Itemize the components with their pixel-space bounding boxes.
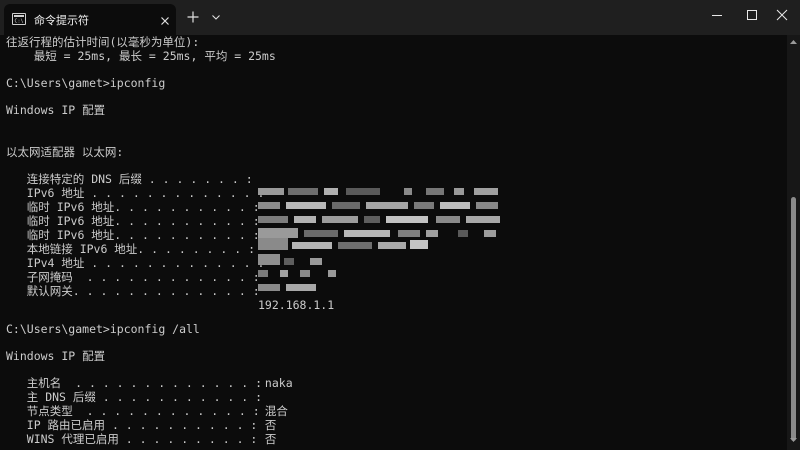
scroll-thumb[interactable] xyxy=(791,197,796,441)
scroll-up-arrow-icon[interactable] xyxy=(790,39,797,45)
host-name-label: 主机名 . . . . . . . . . . . . . : xyxy=(6,376,263,390)
prompt-ipconfig: C:\Users\gamet>ipconfig xyxy=(6,76,166,90)
tab-title: 命令提示符 xyxy=(34,14,89,27)
tab-dropdown-button[interactable] xyxy=(206,6,226,28)
plus-icon xyxy=(187,11,199,23)
cmd-console-icon: C:\ xyxy=(12,13,26,25)
terminal-output[interactable]: 往返行程的估计时间(以毫秒为单位): 最短 = 25ms, 最长 = 25ms,… xyxy=(6,35,786,450)
subnet-mask-label: 子网掩码 . . . . . . . . . . . . : xyxy=(6,270,260,284)
node-type-label: 节点类型 . . . . . . . . . . . . : xyxy=(6,404,260,418)
ip-routing-label: IP 路由已启用 . . . . . . . . . . : xyxy=(6,418,258,432)
prompt-ipconfig-all: C:\Users\gamet>ipconfig /all xyxy=(6,322,200,336)
temp-ipv6-3-label: 临时 IPv6 地址. . . . . . . . . . : xyxy=(6,228,260,242)
temp-ipv6-2-label: 临时 IPv6 地址. . . . . . . . . . : xyxy=(6,214,260,228)
close-icon xyxy=(776,9,788,21)
ipv4-address-label: IPv4 地址 . . . . . . . . . . . . : xyxy=(6,256,265,270)
temp-ipv6-1-label: 临时 IPv6 地址. . . . . . . . . . : xyxy=(6,200,260,214)
ip-config-header: Windows IP 配置 xyxy=(6,103,106,117)
dns-suffix-label: 连接特定的 DNS 后缀 . . . . . . . : xyxy=(6,172,253,186)
vertical-scrollbar[interactable] xyxy=(787,35,800,450)
svg-text:C:\: C:\ xyxy=(15,19,24,24)
default-gateway-label: 默认网关. . . . . . . . . . . . . : xyxy=(6,284,260,298)
wins-proxy-label: WINS 代理已启用 . . . . . . . . . : xyxy=(6,432,258,446)
host-name-value: naka xyxy=(258,376,293,390)
terminal-window: C:\ 命令提示符 往返行程的估计时间(以毫秒为单位): 最短 = 25ms, … xyxy=(0,0,800,450)
rtt-header-line: 往返行程的估计时间(以毫秒为单位): xyxy=(6,35,200,49)
chevron-down-icon xyxy=(212,15,220,20)
new-tab-button[interactable] xyxy=(181,6,205,28)
close-icon xyxy=(161,17,169,25)
rtt-stats-line: 最短 = 25ms, 最长 = 25ms, 平均 = 25ms xyxy=(6,49,276,63)
primary-dns-suffix-label: 主 DNS 后缀 . . . . . . . . . . . : xyxy=(6,390,263,404)
tab-close-button[interactable] xyxy=(158,13,172,27)
wins-proxy-value: 否 xyxy=(258,432,277,446)
default-gateway-value: 192.168.1.1 xyxy=(258,298,335,312)
scroll-down-arrow-icon[interactable] xyxy=(790,437,797,443)
ip-routing-value: 否 xyxy=(258,418,277,432)
ipv6-address-label: IPv6 地址 . . . . . . . . . . . . : xyxy=(6,186,265,200)
tab-command-prompt[interactable]: C:\ 命令提示符 xyxy=(4,4,176,35)
node-type-value: 混合 xyxy=(258,404,288,418)
link-local-ipv6-label: 本地链接 IPv6 地址. . . . . . . . : xyxy=(6,242,256,256)
ip-config-header-all: Windows IP 配置 xyxy=(6,349,106,363)
adapter-header: 以太网适配器 以太网: xyxy=(6,145,124,159)
close-window-button[interactable] xyxy=(764,0,800,30)
title-bar[interactable]: C:\ 命令提示符 xyxy=(0,0,800,35)
